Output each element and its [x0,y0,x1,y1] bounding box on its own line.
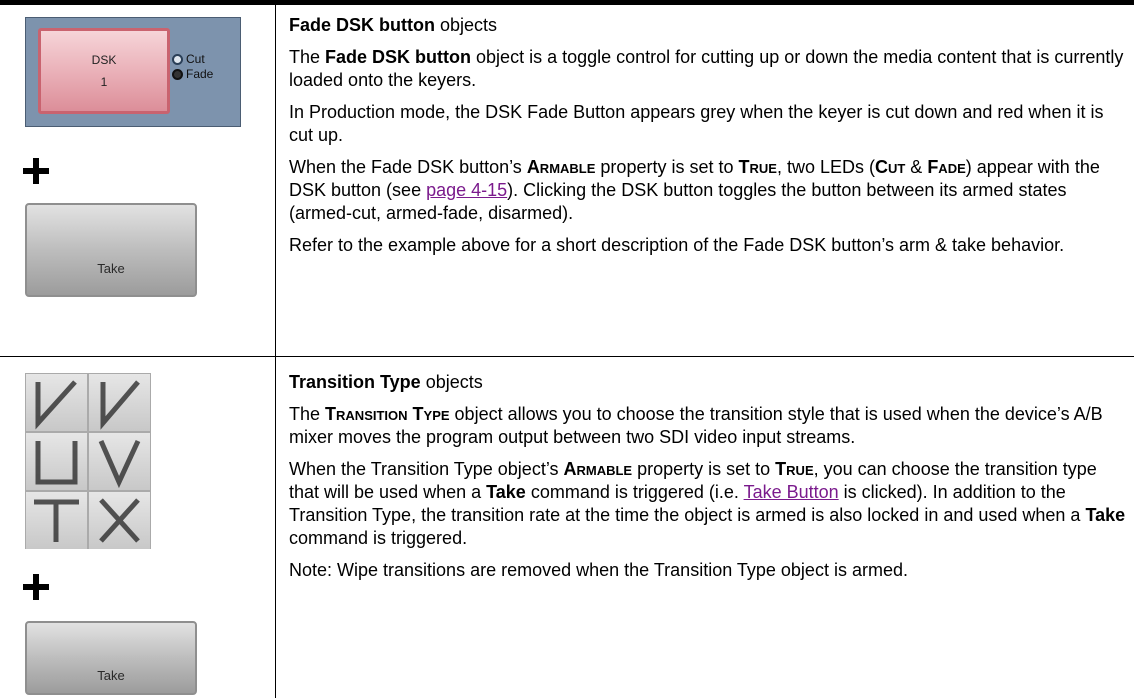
v-wipe-icon[interactable] [26,433,87,490]
top-rule [0,0,1134,5]
take-button-2[interactable]: Take [25,621,197,695]
fade-dsk-paragraph-2: In Production mode, the DSK Fade Button … [289,102,1104,145]
plus-icon-2 [23,574,49,600]
take-button[interactable]: Take [25,203,197,297]
fade-led-label: Fade [186,67,214,81]
fade-dsk-paragraph-1: The Fade DSK button object is a toggle c… [289,47,1124,90]
t-wipe-icon[interactable] [26,492,87,549]
row-divider [0,356,1134,357]
cut-led-label: Cut [186,52,205,66]
page-4-15-link[interactable]: page 4-15 [426,180,507,200]
dsk-button[interactable]: DSK 1 [38,28,170,114]
column-divider [275,5,276,698]
dsk-button-number: 1 [100,75,108,89]
wipe-right-icon[interactable] [89,374,150,431]
fade-dsk-heading: Fade DSK button objects [289,15,498,35]
take-button-link[interactable]: Take Button [744,482,839,502]
transition-type-paragraph-2: When the Transition Type object’s Armabl… [289,459,1126,548]
transition-type-heading: Transition Type objects [289,372,483,392]
fade-dsk-paragraph-3: When the Fade DSK button’s Armable prope… [289,157,1100,223]
transition-type-description: Transition Type objects The Transition T… [289,371,1129,591]
cut-led-icon [172,53,183,65]
plus-icon [23,158,49,184]
take-button-label: Take [97,261,125,276]
fade-led-icon [172,68,183,80]
dsk-button-label: DSK [91,53,117,67]
fade-dsk-description: Fade DSK button objects The Fade DSK but… [289,14,1129,266]
transition-type-paragraph-1: The Transition Type object allows you to… [289,404,1103,447]
take-button-2-label: Take [97,668,125,683]
transition-type-grid [25,373,151,549]
wipe-left-icon[interactable] [26,374,87,431]
cut-led-row[interactable]: Cut [172,52,205,66]
v-wipe-alt-icon[interactable] [89,433,150,490]
fade-led-row[interactable]: Fade [172,67,213,81]
x-wipe-icon[interactable] [89,492,150,549]
fade-dsk-paragraph-4: Refer to the example above for a short d… [289,235,1065,255]
fade-dsk-panel: DSK 1 Cut Fade [25,17,241,127]
transition-type-paragraph-3: Note: Wipe transitions are removed when … [289,560,908,580]
